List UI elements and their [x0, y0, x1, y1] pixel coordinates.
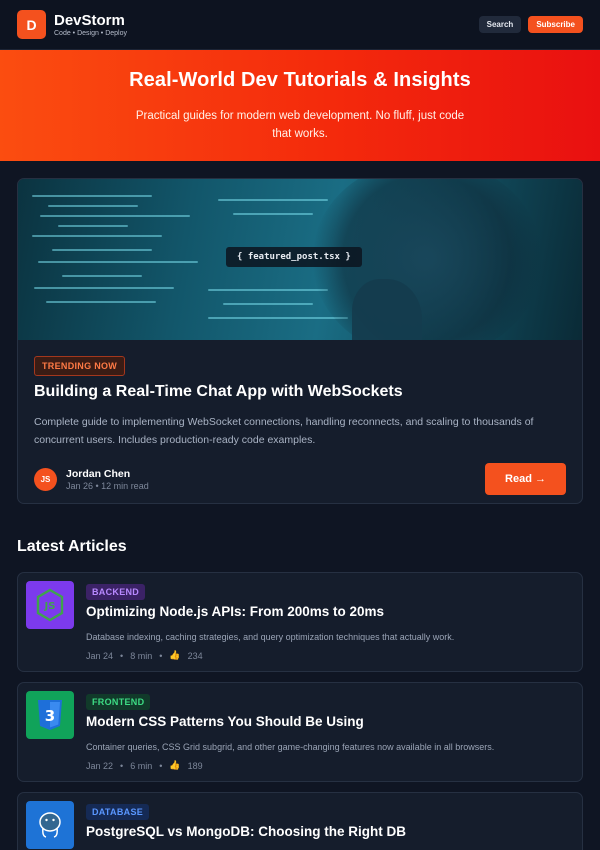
featured-footer: JS Jordan Chen Jan 26 • 12 min read Read…	[34, 463, 566, 495]
postgresql-icon	[26, 801, 74, 849]
avatar[interactable]: JS	[34, 467, 57, 491]
featured-body: TRENDING NOW Building a Real-Time Chat A…	[18, 340, 582, 495]
code-line	[208, 317, 348, 319]
hero-title: Real-World Dev Tutorials & Insights	[129, 69, 471, 91]
featured-image[interactable]: { featured_post.tsx }	[18, 179, 582, 340]
article-description: Container queries, CSS Grid subgrid, and…	[86, 742, 495, 752]
featured-post-card[interactable]: { featured_post.tsx } TRENDING NOW Build…	[17, 178, 583, 504]
header-actions: Search Subscribe	[478, 16, 583, 33]
category-badge[interactable]: BACKEND	[86, 584, 146, 600]
code-line	[40, 215, 190, 217]
svg-text:3: 3	[45, 707, 55, 725]
thumbs-up-icon: 👍	[169, 650, 181, 660]
author-name[interactable]: Jordan Chen	[66, 468, 149, 480]
article-read-time: 6 min	[130, 760, 153, 771]
article-date: Jan 22	[86, 760, 114, 771]
code-line	[208, 289, 328, 291]
brand: DevStorm Code • Design • Deploy	[54, 12, 127, 37]
category-badge[interactable]: FRONTEND	[86, 694, 151, 710]
article-card[interactable]: 3 FRONTEND Modern CSS Patterns You Shoul…	[17, 682, 583, 782]
article-date: Jan 24	[86, 650, 114, 661]
article-read-time: 8 min	[130, 650, 153, 661]
article-likes: 234	[187, 650, 203, 661]
brand-tagline: Code • Design • Deploy	[54, 30, 127, 37]
article-content: BACKEND Optimizing Node.js APIs: From 20…	[86, 582, 570, 661]
code-line	[218, 199, 328, 201]
code-line	[62, 275, 142, 277]
section-heading: Latest Articles	[17, 538, 127, 555]
meta-separator: •	[159, 760, 163, 771]
article-title[interactable]: PostgreSQL vs MongoDB: Choosing the Righ…	[86, 824, 570, 839]
trending-badge: TRENDING NOW	[34, 356, 126, 376]
meta-separator: •	[120, 760, 124, 771]
read-button[interactable]: Read →	[485, 463, 566, 495]
code-line	[233, 213, 313, 215]
article-description: Database indexing, caching strategies, a…	[86, 632, 455, 642]
article-title[interactable]: Optimizing Node.js APIs: From 200ms to 2…	[86, 604, 570, 619]
code-line	[34, 287, 174, 289]
code-line	[223, 303, 313, 305]
thumbs-up-icon: 👍	[169, 760, 181, 770]
css3-icon: 3	[26, 691, 74, 739]
featured-title[interactable]: Building a Real-Time Chat App with WebSo…	[34, 383, 566, 401]
code-line	[32, 195, 152, 197]
article-card[interactable]: JS BACKEND Optimizing Node.js APIs: From…	[17, 572, 583, 672]
code-line	[48, 205, 138, 207]
article-title[interactable]: Modern CSS Patterns You Should Be Using	[86, 714, 570, 729]
svg-text:JS: JS	[44, 601, 56, 612]
category-badge[interactable]: DATABASE	[86, 804, 150, 820]
article-card[interactable]: DATABASE PostgreSQL vs MongoDB: Choosing…	[17, 792, 583, 850]
article-meta: Jan 22 • 6 min • 👍 189	[86, 760, 570, 771]
meta-separator: •	[159, 650, 163, 661]
article-meta: Jan 24 • 8 min • 👍 234	[86, 650, 570, 661]
article-content: DATABASE PostgreSQL vs MongoDB: Choosing…	[86, 802, 570, 839]
code-line	[52, 249, 152, 251]
hero-subtitle: Practical guides for modern web developm…	[135, 110, 465, 140]
top-navbar: D DevStorm Code • Design • Deploy Search…	[0, 0, 600, 50]
search-button[interactable]: Search	[478, 16, 522, 33]
article-likes: 189	[187, 760, 203, 771]
hero-banner: Real-World Dev Tutorials & Insights Prac…	[0, 50, 600, 161]
code-line	[38, 261, 198, 263]
code-line	[46, 301, 156, 303]
post-meta: Jan 26 • 12 min read	[66, 480, 149, 491]
logo-icon[interactable]: D	[17, 10, 46, 39]
code-line	[32, 235, 162, 237]
brand-name[interactable]: DevStorm	[54, 12, 127, 29]
article-content: FRONTEND Modern CSS Patterns You Should …	[86, 692, 570, 771]
meta-separator: •	[120, 650, 124, 661]
nodejs-icon: JS	[26, 581, 74, 629]
author-info: Jordan Chen Jan 26 • 12 min read	[66, 468, 149, 491]
code-line	[58, 225, 128, 227]
featured-filename-label: { featured_post.tsx }	[226, 247, 362, 267]
featured-description: Complete guide to implementing WebSocket…	[34, 416, 534, 446]
subscribe-button[interactable]: Subscribe	[528, 16, 583, 33]
